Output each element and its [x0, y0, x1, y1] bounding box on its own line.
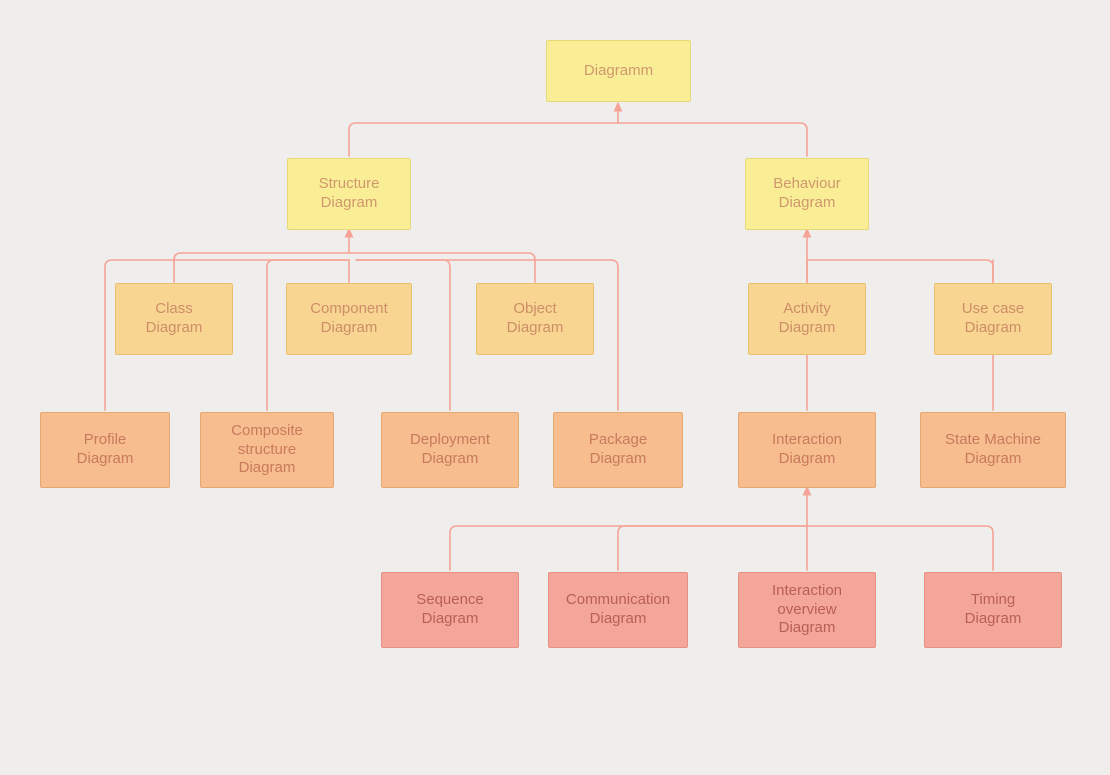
node-composite-structure-diagram: CompositestructureDiagram	[200, 412, 334, 488]
node-class-diagram: ClassDiagram	[115, 283, 233, 355]
node-diagramm: Diagramm	[546, 40, 691, 102]
node-package-diagram: PackageDiagram	[553, 412, 683, 488]
node-interaction-overview-diagram: InteractionoverviewDiagram	[738, 572, 876, 648]
node-deployment-diagram: DeploymentDiagram	[381, 412, 519, 488]
node-sequence-diagram: SequenceDiagram	[381, 572, 519, 648]
node-communication-diagram: CommunicationDiagram	[548, 572, 688, 648]
node-interaction-diagram: InteractionDiagram	[738, 412, 876, 488]
node-behaviour-diagram: BehaviourDiagram	[745, 158, 869, 230]
node-component-diagram: ComponentDiagram	[286, 283, 412, 355]
node-usecase-diagram: Use caseDiagram	[934, 283, 1052, 355]
node-activity-diagram: ActivityDiagram	[748, 283, 866, 355]
connector-layer	[0, 0, 1110, 775]
node-state-machine-diagram: State MachineDiagram	[920, 412, 1066, 488]
node-object-diagram: ObjectDiagram	[476, 283, 594, 355]
node-profile-diagram: ProfileDiagram	[40, 412, 170, 488]
node-structure-diagram: StructureDiagram	[287, 158, 411, 230]
node-timing-diagram: TimingDiagram	[924, 572, 1062, 648]
